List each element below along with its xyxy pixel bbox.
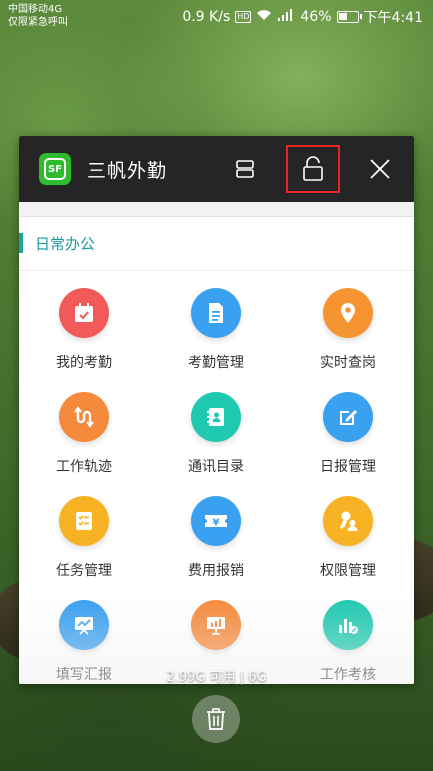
lock-icon [303,156,323,181]
section-header: 日常办公 [19,230,95,256]
tile-attendance-management[interactable]: 考勤管理 [151,288,283,392]
tile-label: 费用报销 [188,563,244,579]
tile-work-track[interactable]: 工作轨迹 [19,392,151,496]
svg-text:¥: ¥ [213,518,220,529]
status-indicators: 0.9 K/s HD 46% 下午4:41 [182,7,423,27]
trash-icon [207,708,225,730]
battery-icon [336,11,362,23]
close-icon [370,159,390,179]
tile-label: 日报管理 [320,459,376,475]
tile-permission-management[interactable]: 权限管理 [283,496,414,600]
divider [19,270,414,271]
clear-all-button[interactable] [192,695,240,743]
tile-label: 实时查岗 [320,355,376,371]
content-top-strip [19,202,414,217]
battery-level [338,13,347,20]
split-screen-button[interactable] [225,148,265,190]
contacts-icon [207,408,224,426]
tile-icon-bg [59,600,109,650]
tile-icon-bg [323,288,373,338]
lock-app-button[interactable] [286,145,340,193]
tile-daily-report[interactable]: 日报管理 [283,392,414,496]
tile-icon-bg [59,288,109,338]
route-icon [74,406,94,428]
battery-percent: 46% [300,9,332,25]
tile-realtime-check[interactable]: 实时查岗 [283,288,414,392]
clock: 下午4:41 [363,10,423,26]
status-bar: 中国移动4G 仅限紧急呼叫 0.9 K/s HD 46% 下午4:41 [0,0,433,34]
app-title: 三帆外勤 [87,160,168,182]
recent-app-card[interactable]: SF 三帆外勤 日常办公 我的考勤 考勤管理 实时查岗 工作轨迹 通讯目录 日报… [19,136,414,684]
app-content: 日常办公 我的考勤 考勤管理 实时查岗 工作轨迹 通讯目录 日报管理 任务管理 … [19,202,414,684]
presentation-icon [207,617,225,635]
carrier-name: 中国移动4G [8,4,63,15]
tile-icon-bg [323,600,373,650]
tile-label: 任务管理 [56,563,112,579]
tile-icon-bg [59,496,109,546]
document-icon [209,303,223,323]
tile-my-attendance[interactable]: 我的考勤 [19,288,151,392]
tile-label: 权限管理 [320,563,376,579]
split-screen-icon [236,160,254,178]
key-user-icon [340,511,358,531]
emergency-only-text: 仅限紧急呼叫 [8,17,68,28]
tile-label: 我的考勤 [56,355,112,371]
location-pin-icon [341,303,355,323]
tile-icon-bg [191,600,241,650]
carrier-info: 中国移动4G 仅限紧急呼叫 [8,3,68,29]
tile-label: 通讯目录 [188,459,244,475]
chart-board-icon [75,617,93,635]
app-logo-text: SF [44,158,66,180]
hd-icon: HD [235,11,252,23]
tile-icon-bg [191,288,241,338]
app-logo-icon: SF [39,153,71,185]
tile-expense-reimbursement[interactable]: ¥ 费用报销 [151,496,283,600]
stats-icon [339,619,358,634]
yen-ticket-icon: ¥ [205,515,227,529]
section-accent-bar [19,233,23,253]
tile-icon-bg [323,392,373,442]
tile-icon-bg [59,392,109,442]
tile-icon-bg [191,392,241,442]
memory-usage-text: 2.99G 可用 | 6G [166,670,267,685]
card-header: SF 三帆外勤 [19,136,414,202]
tile-icon-bg [323,496,373,546]
edit-icon [340,410,357,425]
wifi-icon [256,9,272,25]
signal-icon [277,9,295,25]
tile-icon-bg: ¥ [191,496,241,546]
tile-label: 考勤管理 [188,355,244,371]
calendar-icon [75,303,93,322]
tile-task-management[interactable]: 任务管理 [19,496,151,600]
tile-contacts[interactable]: 通讯目录 [151,392,283,496]
network-speed: 0.9 K/s [182,9,231,25]
checklist-icon [76,512,92,530]
close-app-button[interactable] [360,148,400,190]
tile-label: 工作轨迹 [56,459,112,475]
section-title: 日常办公 [35,234,96,253]
